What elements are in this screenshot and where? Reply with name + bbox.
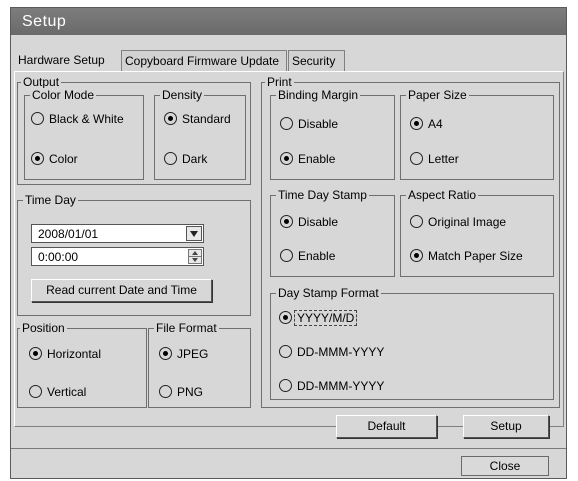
radio-label: DD-MMM-YYYY <box>297 345 385 359</box>
radio-selected-icon <box>280 152 293 165</box>
divider <box>11 448 566 449</box>
position-label: Position <box>20 321 67 335</box>
tab-security[interactable]: Security <box>288 50 345 71</box>
color-mode-black-white-radio[interactable]: Black & White <box>31 112 124 126</box>
time-value: 0:00:00 <box>38 250 79 264</box>
window-title: Setup <box>11 8 566 35</box>
radio-selected-icon <box>31 152 44 165</box>
radio-selected-icon <box>164 112 177 125</box>
radio-unselected-icon <box>279 345 292 358</box>
output-label: Output <box>21 75 62 89</box>
dropdown-arrow-icon[interactable] <box>186 226 202 241</box>
radio-label: Disable <box>298 215 339 229</box>
day-stamp-format-yyyy-m-d-radio[interactable]: YYYY/M/D <box>279 310 358 326</box>
default-button[interactable]: Default <box>336 415 437 438</box>
position-horizontal-radio[interactable]: Horizontal <box>29 347 101 361</box>
aspect-ratio-original-image-radio[interactable]: Original Image <box>410 215 506 229</box>
radio-label: Enable <box>298 152 336 166</box>
time-day-stamp-group: Time Day Stamp Disable Enable <box>270 188 395 277</box>
binding-margin-label: Binding Margin <box>276 88 361 102</box>
setup-button[interactable]: Setup <box>463 415 549 438</box>
radio-selected-icon <box>29 347 42 360</box>
date-value: 2008/01/01 <box>38 227 99 241</box>
radio-selected-icon <box>279 311 292 324</box>
spinner-icon[interactable] <box>188 249 202 264</box>
color-mode-label: Color Mode <box>30 88 97 102</box>
radio-unselected-icon <box>31 112 44 125</box>
time-day-stamp-enable-radio[interactable]: Enable <box>280 249 335 263</box>
radio-label: DD-MMM-YYYY <box>297 379 385 393</box>
density-standard-radio[interactable]: Standard <box>164 112 231 126</box>
radio-selected-icon <box>410 249 423 262</box>
radio-label: Vertical <box>47 385 87 399</box>
radio-label: Standard <box>182 112 231 126</box>
radio-label: Dark <box>182 152 208 166</box>
color-mode-color-radio[interactable]: Color <box>31 152 78 166</box>
print-label: Print <box>265 75 294 89</box>
radio-unselected-icon <box>280 249 293 262</box>
radio-unselected-icon <box>410 152 423 165</box>
aspect-ratio-label: Aspect Ratio <box>406 188 479 202</box>
radio-unselected-icon <box>279 379 292 392</box>
output-group: Output Color Mode Black & White Color De… <box>17 75 251 185</box>
date-dropdown[interactable]: 2008/01/01 <box>31 224 204 243</box>
close-button[interactable]: Close <box>461 456 549 476</box>
time-spinner[interactable]: 0:00:00 <box>31 247 204 266</box>
radio-selected-icon <box>410 117 423 130</box>
density-dark-radio[interactable]: Dark <box>164 152 207 166</box>
read-date-time-button[interactable]: Read current Date and Time <box>31 279 212 302</box>
time-day-stamp-label: Time Day Stamp <box>276 188 369 202</box>
radio-selected-icon <box>159 347 172 360</box>
day-stamp-format-group: Day Stamp Format YYYY/M/D DD-MMM-YYYY DD… <box>270 286 554 400</box>
file-format-group: File Format JPEG PNG <box>148 321 251 408</box>
paper-size-group: Paper Size A4 Letter <box>400 88 554 180</box>
binding-margin-group: Binding Margin Disable Enable <box>270 88 395 180</box>
time-day-group: Time Day 2008/01/01 0:00:00 Read current… <box>17 193 251 316</box>
setup-dialog: Setup Hardware Setup Copyboard Firmware … <box>10 7 567 479</box>
radio-label: JPEG <box>177 347 209 361</box>
aspect-ratio-group: Aspect Ratio Original Image Match Paper … <box>400 188 554 277</box>
radio-unselected-icon <box>410 215 423 228</box>
day-stamp-format-label: Day Stamp Format <box>276 286 381 300</box>
day-stamp-format-dd-mmm-yyyy-radio-2[interactable]: DD-MMM-YYYY <box>279 379 384 393</box>
radio-unselected-icon <box>159 385 172 398</box>
radio-unselected-icon <box>164 152 177 165</box>
radio-label: A4 <box>428 117 443 131</box>
radio-label: Disable <box>298 117 339 131</box>
paper-size-label: Paper Size <box>406 88 469 102</box>
radio-label: Black & White <box>49 112 124 126</box>
radio-selected-icon <box>280 215 293 228</box>
radio-label: Enable <box>298 249 336 263</box>
color-mode-group: Color Mode Black & White Color <box>24 88 144 180</box>
radio-label: Original Image <box>428 215 507 229</box>
tab-copyboard-firmware-update[interactable]: Copyboard Firmware Update <box>121 50 287 71</box>
radio-label: Horizontal <box>47 347 102 361</box>
radio-label: Letter <box>428 152 459 166</box>
file-format-png-radio[interactable]: PNG <box>159 385 203 399</box>
radio-label: Match Paper Size <box>428 249 523 263</box>
time-day-label: Time Day <box>23 193 78 207</box>
time-day-stamp-disable-radio[interactable]: Disable <box>280 215 338 229</box>
radio-label: Color <box>49 152 78 166</box>
position-vertical-radio[interactable]: Vertical <box>29 385 86 399</box>
paper-size-a4-radio[interactable]: A4 <box>410 117 443 131</box>
radio-label: YYYY/M/D <box>294 310 358 326</box>
radio-unselected-icon <box>29 385 42 398</box>
position-group: Position Horizontal Vertical <box>17 321 147 408</box>
density-label: Density <box>160 88 205 102</box>
binding-margin-enable-radio[interactable]: Enable <box>280 152 335 166</box>
spin-up-icon[interactable] <box>189 250 201 257</box>
binding-margin-disable-radio[interactable]: Disable <box>280 117 338 131</box>
aspect-ratio-match-paper-size-radio[interactable]: Match Paper Size <box>410 249 523 263</box>
file-format-label: File Format <box>154 321 219 335</box>
file-format-jpeg-radio[interactable]: JPEG <box>159 347 208 361</box>
density-group: Density Standard Dark <box>154 88 246 180</box>
tab-hardware-setup[interactable]: Hardware Setup <box>14 49 120 72</box>
print-group: Print Binding Margin Disable Enable Pape… <box>261 75 560 408</box>
day-stamp-format-dd-mmm-yyyy-radio[interactable]: DD-MMM-YYYY <box>279 345 384 359</box>
radio-label: PNG <box>177 385 204 399</box>
spin-down-icon[interactable] <box>189 257 201 264</box>
radio-unselected-icon <box>280 117 293 130</box>
paper-size-letter-radio[interactable]: Letter <box>410 152 459 166</box>
